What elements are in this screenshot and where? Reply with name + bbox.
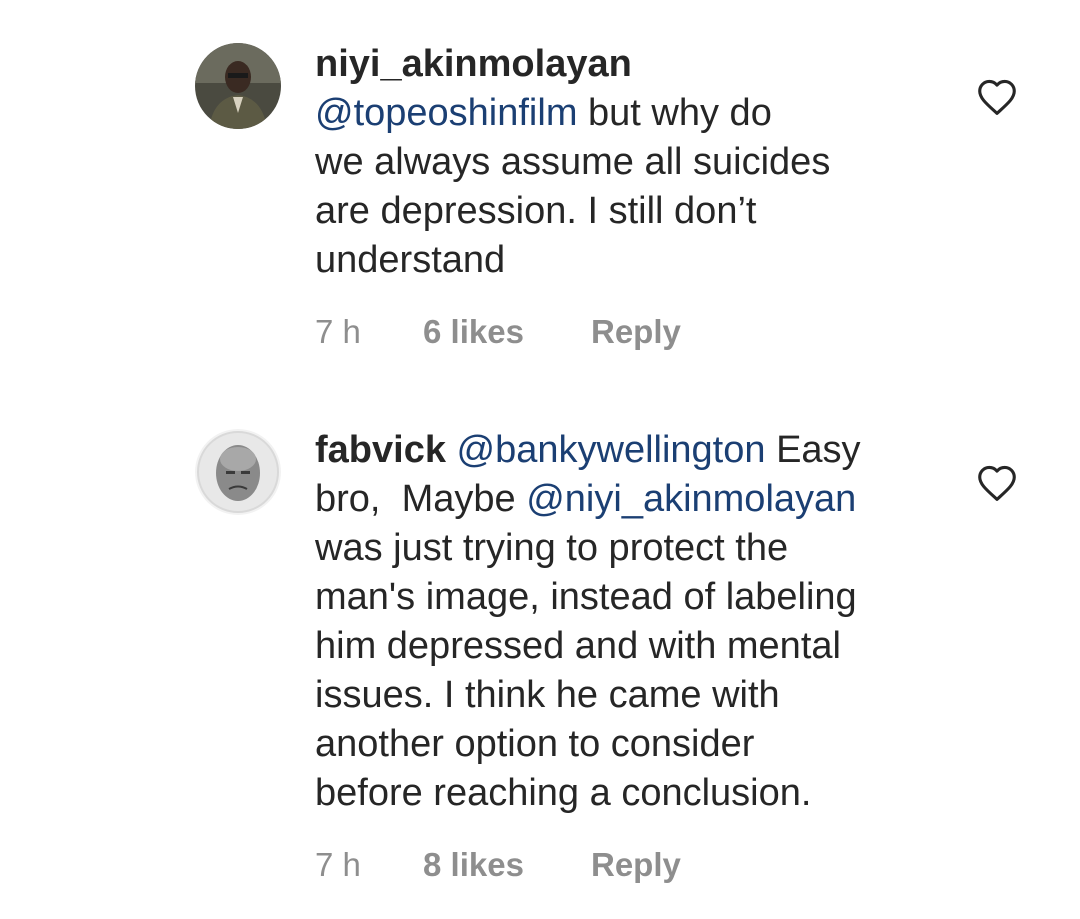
heart-icon[interactable] bbox=[976, 78, 1018, 116]
reply-button[interactable]: Reply bbox=[591, 313, 681, 351]
comment-line: are depression. I still don’t bbox=[315, 190, 757, 232]
comment-line: understand bbox=[315, 239, 506, 281]
likes-count[interactable]: 6 likes bbox=[423, 313, 591, 351]
comment-meta: 7 h 8 likes Reply bbox=[315, 846, 935, 884]
avatar[interactable] bbox=[195, 429, 281, 515]
comment-line: him depressed and with mental bbox=[315, 625, 841, 667]
comment-line: bro, Maybe bbox=[315, 478, 527, 520]
likes-count[interactable]: 8 likes bbox=[423, 846, 591, 884]
comment-meta: 7 h 6 likes Reply bbox=[315, 313, 935, 351]
comment-line: we always assume all suicides bbox=[315, 141, 831, 183]
comment-line: issues. I think he came with bbox=[315, 674, 780, 716]
comment-text: niyi_akinmolayan @topeoshinfilm but why … bbox=[315, 40, 935, 285]
reply-button[interactable]: Reply bbox=[591, 846, 681, 884]
comment-line: before reaching a conclusion. bbox=[315, 772, 812, 814]
comment-time: 7 h bbox=[315, 313, 361, 350]
username[interactable]: fabvick bbox=[315, 429, 446, 471]
profile-photo-icon bbox=[195, 43, 281, 129]
comment-body: niyi_akinmolayan @topeoshinfilm but why … bbox=[315, 40, 935, 351]
comment-line: but why do bbox=[577, 92, 772, 134]
heart-icon[interactable] bbox=[976, 464, 1018, 502]
mention-link[interactable]: @bankywellington bbox=[457, 429, 766, 471]
comment-line: was just trying to protect the bbox=[315, 527, 789, 569]
comment-time: 7 h bbox=[315, 846, 361, 883]
avatar[interactable] bbox=[195, 43, 281, 129]
profile-photo-icon bbox=[195, 429, 281, 515]
mention-link[interactable]: @niyi_akinmolayan bbox=[526, 478, 856, 520]
username[interactable]: niyi_akinmolayan bbox=[315, 43, 632, 85]
comment-line: Easy bbox=[765, 429, 861, 471]
comment-line: man's image, instead of labeling bbox=[315, 576, 857, 618]
mention-link[interactable]: @topeoshinfilm bbox=[315, 92, 577, 134]
comment-body: fabvick @bankywellington Easy bro, Maybe… bbox=[315, 426, 935, 884]
comment-line: another option to consider bbox=[315, 723, 755, 765]
comment-text: fabvick @bankywellington Easy bro, Maybe… bbox=[315, 426, 935, 818]
